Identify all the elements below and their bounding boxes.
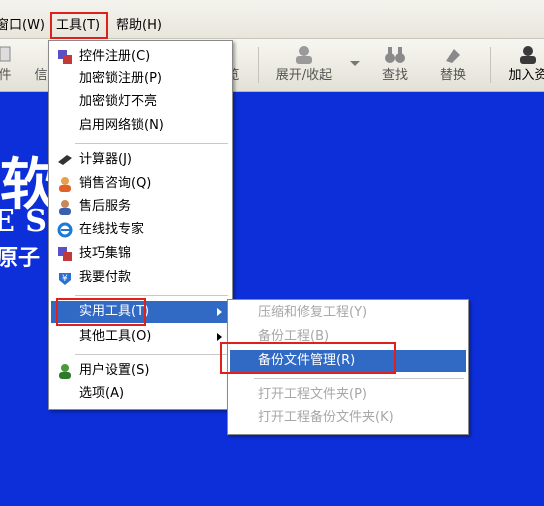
- menu-item-label: 启用网络锁(N): [79, 118, 164, 133]
- toolbar-separator: [258, 47, 259, 83]
- internet-explorer-icon: [57, 222, 73, 238]
- service-person-icon: [57, 199, 73, 215]
- utility-tools-submenu: 压缩和修复工程(Y) 备份工程(B) 备份文件管理(R) 打开工程文件夹(P) …: [227, 299, 469, 435]
- tips-icon: [57, 246, 73, 262]
- menu-item-control-register[interactable]: 控件注册(C): [51, 46, 230, 68]
- submenu-item-backup-file-manage[interactable]: 备份文件管理(R): [230, 350, 466, 372]
- svg-text:¥: ¥: [62, 274, 68, 284]
- menu-item-label: 打开工程备份文件夹(K): [258, 410, 394, 425]
- menu-item-label: 其他工具(O): [79, 329, 152, 344]
- user-settings-icon: [57, 363, 73, 379]
- menu-item-label: 备份工程(B): [258, 329, 330, 344]
- menu-item-label: 我要付款: [79, 270, 132, 285]
- menu-item-label: 计算器(J): [79, 152, 132, 167]
- submenu-item-open-backup-folder[interactable]: 打开工程备份文件夹(K): [230, 407, 466, 429]
- menu-item-calculator[interactable]: 计算器(J): [51, 149, 230, 171]
- document-icon: [0, 45, 16, 65]
- menu-item-label: 用户设置(S): [79, 363, 150, 378]
- menu-item-payment[interactable]: ¥ 我要付款: [51, 267, 230, 289]
- menu-item-dongle-light-off[interactable]: 加密锁灯不亮: [51, 91, 230, 113]
- toolbar-button-expand-collapse[interactable]: 展开/收起: [266, 41, 342, 89]
- menu-item-label: 技巧集锦: [79, 246, 132, 261]
- submenu-item-compact-repair[interactable]: 压缩和修复工程(Y): [230, 302, 466, 324]
- submenu-arrow-icon: [217, 333, 222, 341]
- menu-item-user-settings[interactable]: 用户设置(S): [51, 360, 230, 382]
- menu-item-sales-consult[interactable]: 销售咨询(Q): [51, 173, 230, 195]
- menu-item-options[interactable]: 选项(A): [51, 383, 230, 405]
- payment-icon: ¥: [57, 270, 73, 286]
- menu-item-label: 备份文件管理(R): [258, 353, 356, 368]
- binoculars-icon: [384, 45, 406, 65]
- menu-item-label: 销售咨询(Q): [79, 176, 152, 191]
- menu-item-label: 售后服务: [79, 199, 132, 214]
- toolbar-button-find[interactable]: 查找: [378, 41, 412, 89]
- toolbar-label: 加入资: [508, 68, 544, 83]
- menu-item-label: 加密锁灯不亮: [79, 94, 158, 109]
- menu-separator: [75, 143, 228, 144]
- menu-item-label: 实用工具(T): [79, 304, 150, 319]
- dropdown-arrow-icon[interactable]: [350, 61, 360, 66]
- person-icon: [293, 45, 315, 65]
- menu-separator: [75, 354, 228, 355]
- menu-help[interactable]: 帮助(H): [112, 16, 166, 36]
- menu-item-label: 控件注册(C): [79, 49, 151, 64]
- toolbar-button-add-resource[interactable]: 加入资: [498, 41, 544, 89]
- toolbar-button-file[interactable]: 件: [0, 41, 16, 89]
- toolbar-separator: [490, 47, 491, 83]
- menu-item-network-lock[interactable]: 启用网络锁(N): [51, 115, 230, 137]
- menu-tools[interactable]: 工具(T): [52, 16, 112, 36]
- menu-item-label: 压缩和修复工程(Y): [258, 305, 368, 320]
- menu-item-after-sales[interactable]: 售后服务: [51, 196, 230, 218]
- toolbar-label: 查找: [381, 68, 408, 83]
- menu-item-label: 选项(A): [79, 386, 125, 401]
- menu-item-utility-tools[interactable]: 实用工具(T): [51, 301, 230, 323]
- toolbar-label: 替换: [439, 68, 466, 83]
- toolbar-label: 件: [0, 68, 12, 83]
- toolbar-label: 展开/收起: [275, 68, 333, 83]
- menu-item-dongle-register[interactable]: 加密锁注册(P): [51, 68, 230, 90]
- calculator-icon: [57, 152, 73, 168]
- submenu-arrow-icon: [217, 308, 222, 316]
- replace-icon: [442, 45, 464, 65]
- menu-window[interactable]: 窗口(W): [0, 16, 49, 36]
- menu-item-label: 打开工程文件夹(P): [258, 387, 367, 402]
- menu-bar: 窗口(W) 工具(T) 帮助(H): [0, 0, 544, 39]
- control-register-icon: [57, 49, 73, 65]
- submenu-item-backup-project[interactable]: 备份工程(B): [230, 326, 466, 348]
- menu-item-online-expert[interactable]: 在线找专家: [51, 219, 230, 241]
- submenu-item-open-project-folder[interactable]: 打开工程文件夹(P): [230, 384, 466, 406]
- toolbar-button-replace[interactable]: 替换: [436, 41, 470, 89]
- menu-item-other-tools[interactable]: 其他工具(O): [51, 326, 230, 348]
- tools-menu: 控件注册(C) 加密锁注册(P) 加密锁灯不亮 启用网络锁(N) 计算器(J) …: [48, 40, 233, 410]
- menu-item-tips[interactable]: 技巧集锦: [51, 243, 230, 265]
- brand-small: 原子: [0, 245, 41, 271]
- person-add-icon: [517, 45, 539, 65]
- menu-item-label: 在线找专家: [79, 222, 145, 237]
- menu-item-label: 加密锁注册(P): [79, 71, 162, 86]
- menu-separator: [254, 378, 464, 379]
- sales-person-icon: [57, 176, 73, 192]
- menu-separator: [75, 295, 228, 296]
